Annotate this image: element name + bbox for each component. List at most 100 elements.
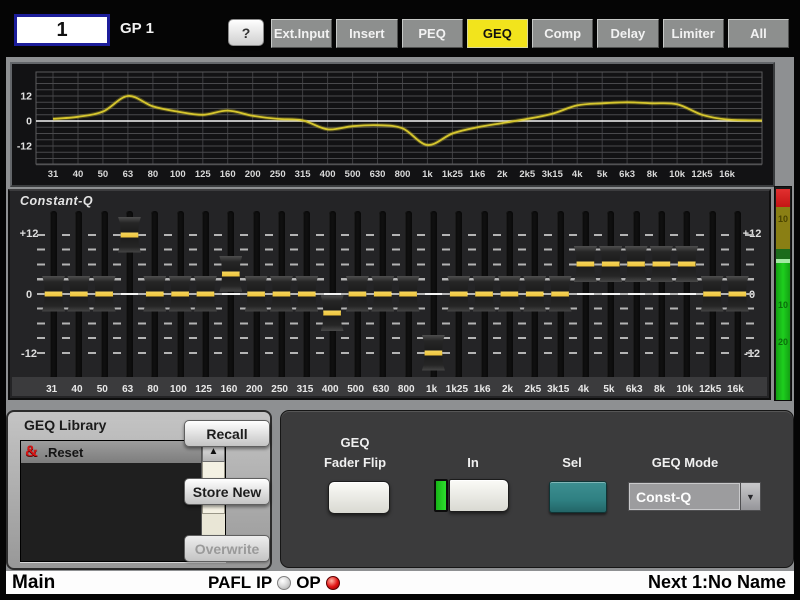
fader-tick-marks [518, 234, 526, 355]
svg-text:12: 12 [20, 91, 32, 103]
band-freq-label: 1k25 [444, 384, 469, 395]
help-button[interactable]: ? [228, 19, 264, 46]
library-item[interactable]: &.Reset [21, 441, 201, 463]
svg-text:3k15: 3k15 [542, 169, 564, 180]
fader-cap[interactable] [625, 246, 648, 282]
tab-peq[interactable]: PEQ [402, 19, 463, 48]
store-new-button[interactable]: Store New [184, 478, 270, 505]
output-level-meter: 10 10 20 [774, 186, 792, 401]
fader-cap[interactable] [295, 276, 318, 312]
fader-cap-line [398, 291, 418, 296]
question-mark-icon: ? [242, 25, 251, 41]
svg-text:4k: 4k [572, 169, 583, 180]
fader-cap[interactable] [523, 276, 546, 312]
status-bar: Main PAFL IP OP Next 1:No Name [6, 571, 794, 594]
fader-cap[interactable] [498, 276, 521, 312]
recall-button[interactable]: Recall [184, 420, 270, 447]
fader-cap[interactable] [599, 246, 622, 282]
geq-mode-label: GEQ Mode [652, 455, 718, 470]
fader-cap[interactable] [245, 276, 268, 312]
fader-cap-line [500, 291, 520, 296]
fader-cap[interactable] [118, 217, 141, 253]
fader-tick-marks [290, 234, 298, 355]
fader-cap[interactable] [473, 276, 496, 312]
geq-mode-dropdown[interactable]: Const-Q [628, 482, 741, 511]
fader-tick-marks [493, 234, 501, 355]
fader-cap[interactable] [42, 276, 65, 312]
fader-cap[interactable] [321, 295, 344, 331]
fader-track [633, 211, 640, 379]
band-freq-label: 8k [647, 384, 672, 395]
geq-mode-dropdown-arrow[interactable]: ▼ [741, 482, 761, 511]
svg-text:10k: 10k [669, 169, 686, 180]
tab-all[interactable]: All [728, 19, 789, 48]
geq-mode-value: Const-Q [636, 489, 691, 505]
tab-geq[interactable]: GEQ [467, 19, 528, 48]
band-freq-label: 10k [672, 384, 697, 395]
fader-cap[interactable] [270, 276, 293, 312]
fader-track [658, 211, 665, 379]
band-freq-label: 160 [216, 384, 241, 395]
panel-title: Constant-Q [20, 194, 93, 208]
band-freq-label: 100 [166, 384, 191, 395]
svg-text:630: 630 [370, 169, 386, 180]
fader-tick-marks [746, 234, 754, 355]
fader-cap[interactable] [549, 276, 572, 312]
fader-flip-label-line2: Fader Flip [324, 455, 386, 470]
band-frequency-labels: 3140506380100125160200250315400500630800… [39, 384, 748, 395]
tab-comp[interactable]: Comp [532, 19, 593, 48]
fader-cap[interactable] [169, 276, 192, 312]
tab-delay[interactable]: Delay [597, 19, 658, 48]
fader-cap[interactable] [650, 246, 673, 282]
fader-cap[interactable] [447, 276, 470, 312]
fader-tick-marks [240, 234, 248, 355]
fader-tick-marks [164, 234, 172, 355]
fader-cap[interactable] [219, 256, 242, 292]
svg-text:125: 125 [195, 169, 212, 180]
fader-flip-label-line1: GEQ [341, 435, 370, 450]
band-freq-label: 630 [368, 384, 393, 395]
fader-cap-line [727, 291, 747, 296]
sel-button[interactable] [549, 481, 607, 513]
fader-cap[interactable] [346, 276, 369, 312]
fader-cap-line [424, 350, 444, 355]
fader-tick-marks [544, 234, 552, 355]
meter-green-segment [776, 263, 790, 400]
geq-response-graph: 120-123140506380100125160200250315400500… [10, 62, 775, 187]
fader-cap-line [677, 262, 697, 267]
in-button[interactable] [449, 479, 509, 512]
svg-text:2k5: 2k5 [519, 169, 536, 180]
fader-cap[interactable] [397, 276, 420, 312]
arrow-up-icon: ▲ [209, 446, 219, 457]
meter-clip-segment [776, 189, 790, 207]
meter-scale-20: 20 [775, 337, 791, 347]
fader-cap-line [120, 232, 140, 237]
fader-track [607, 211, 614, 379]
fader-cap[interactable] [371, 276, 394, 312]
svg-text:500: 500 [345, 169, 361, 180]
fader-cap[interactable] [194, 276, 217, 312]
pafl-ip-led [277, 576, 291, 590]
library-item-label: .Reset [44, 445, 83, 460]
fader-flip-button[interactable] [328, 481, 390, 514]
fader-tick-marks [468, 234, 476, 355]
tab-limiter[interactable]: Limiter [663, 19, 724, 48]
fader-cap[interactable] [726, 276, 749, 312]
ip-label: IP [256, 573, 272, 593]
fader-cap[interactable] [422, 335, 445, 371]
tab-ext-input[interactable]: Ext.Input [271, 19, 332, 48]
library-list[interactable]: &.Reset [21, 441, 201, 561]
band-freq-label: 250 [267, 384, 292, 395]
overwrite-button[interactable]: Overwrite [184, 535, 270, 562]
fader-tick-marks [62, 234, 70, 355]
fader-cap[interactable] [67, 276, 90, 312]
svg-text:250: 250 [270, 169, 286, 180]
tab-insert[interactable]: Insert [336, 19, 397, 48]
fader-cap[interactable] [93, 276, 116, 312]
fader-cap[interactable] [675, 246, 698, 282]
fader-cap[interactable] [701, 276, 724, 312]
geq-fader-16k[interactable] [725, 211, 750, 379]
fader-cap[interactable] [143, 276, 166, 312]
status-mix-name: Main [12, 572, 55, 594]
fader-cap[interactable] [574, 246, 597, 282]
